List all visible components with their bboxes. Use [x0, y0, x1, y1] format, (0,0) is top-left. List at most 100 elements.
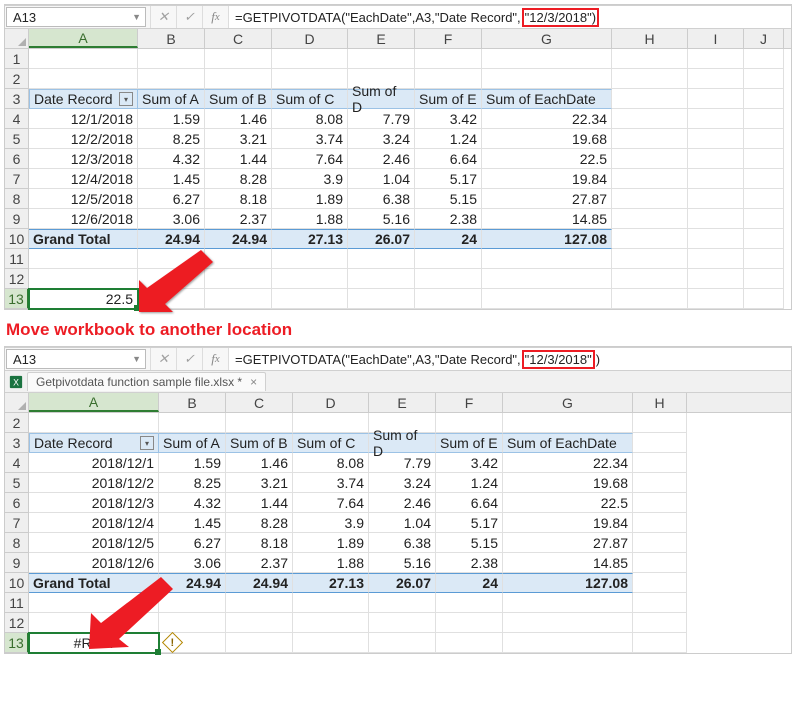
grand-total-label[interactable]: Grand Total: [29, 573, 159, 593]
cell[interactable]: [688, 109, 744, 129]
row-header[interactable]: 13: [5, 289, 29, 309]
confirm-icon[interactable]: ✓: [177, 6, 203, 28]
cell[interactable]: [688, 289, 744, 309]
cell[interactable]: [415, 289, 482, 309]
cell[interactable]: [482, 269, 612, 289]
cell[interactable]: [138, 269, 205, 289]
row-header[interactable]: 10: [5, 229, 29, 249]
cell[interactable]: 1.89: [293, 533, 369, 553]
cell[interactable]: [226, 593, 293, 613]
cell[interactable]: 27.13: [293, 573, 369, 593]
cell[interactable]: 1.88: [293, 553, 369, 573]
pivot-header[interactable]: Sum of EachDate: [482, 89, 612, 109]
cell[interactable]: [482, 249, 612, 269]
cell[interactable]: 6.38: [369, 533, 436, 553]
cell[interactable]: 5.17: [415, 169, 482, 189]
cell[interactable]: 6.27: [159, 533, 226, 553]
cell[interactable]: 8.08: [272, 109, 348, 129]
row-header[interactable]: 4: [5, 109, 29, 129]
cell[interactable]: 3.06: [159, 553, 226, 573]
cell[interactable]: 19.84: [503, 513, 633, 533]
cell[interactable]: 22.34: [503, 453, 633, 473]
cell[interactable]: [29, 593, 159, 613]
cell[interactable]: [688, 209, 744, 229]
spreadsheet-grid[interactable]: A B C D E F G H I J 1 2 3 Date Record▾ S…: [5, 29, 791, 309]
cell[interactable]: 2.37: [205, 209, 272, 229]
column-header[interactable]: D: [272, 29, 348, 48]
cell[interactable]: 6.38: [348, 189, 415, 209]
cell[interactable]: [688, 129, 744, 149]
formula-input[interactable]: =GETPIVOTDATA("EachDate",A3,"Date Record…: [229, 6, 791, 28]
cell[interactable]: [369, 593, 436, 613]
cell[interactable]: 12/6/2018: [29, 209, 138, 229]
cell[interactable]: 24: [436, 573, 503, 593]
cell[interactable]: [688, 189, 744, 209]
cell[interactable]: [205, 249, 272, 269]
cell[interactable]: 7.64: [293, 493, 369, 513]
row-header[interactable]: 7: [5, 169, 29, 189]
cell[interactable]: 2.38: [415, 209, 482, 229]
row-header[interactable]: 3: [5, 433, 29, 453]
cell[interactable]: [612, 49, 688, 69]
row-header[interactable]: 10: [5, 573, 29, 593]
cell[interactable]: 8.28: [205, 169, 272, 189]
cell[interactable]: [612, 209, 688, 229]
cell[interactable]: 8.28: [226, 513, 293, 533]
cell[interactable]: 5.17: [436, 513, 503, 533]
cell[interactable]: [369, 613, 436, 633]
filter-dropdown-icon[interactable]: ▾: [140, 436, 154, 450]
cell[interactable]: [436, 613, 503, 633]
name-box[interactable]: A13 ▼: [6, 349, 146, 369]
cell[interactable]: [272, 269, 348, 289]
column-header[interactable]: C: [226, 393, 293, 412]
cell[interactable]: 127.08: [482, 229, 612, 249]
cell[interactable]: [29, 49, 138, 69]
cell[interactable]: [159, 613, 226, 633]
cell[interactable]: 26.07: [369, 573, 436, 593]
cell[interactable]: [744, 149, 784, 169]
pivot-header[interactable]: Sum of E: [415, 89, 482, 109]
cell[interactable]: [29, 249, 138, 269]
row-header[interactable]: 11: [5, 249, 29, 269]
cell[interactable]: [348, 49, 415, 69]
column-header[interactable]: D: [293, 393, 369, 412]
cell[interactable]: 2.46: [369, 493, 436, 513]
cell[interactable]: [688, 229, 744, 249]
cell[interactable]: [293, 593, 369, 613]
pivot-header[interactable]: Sum of EachDate: [503, 433, 633, 453]
row-header[interactable]: 12: [5, 269, 29, 289]
filter-dropdown-icon[interactable]: ▾: [119, 92, 133, 106]
cell[interactable]: 4.32: [159, 493, 226, 513]
cell[interactable]: [633, 473, 687, 493]
close-icon[interactable]: ×: [250, 375, 257, 389]
cell[interactable]: 6.64: [415, 149, 482, 169]
cell[interactable]: [612, 229, 688, 249]
cell[interactable]: [688, 49, 744, 69]
column-header[interactable]: J: [744, 29, 784, 48]
cell[interactable]: [744, 129, 784, 149]
cell[interactable]: [612, 69, 688, 89]
fx-icon[interactable]: fx: [203, 348, 229, 370]
cell[interactable]: [612, 189, 688, 209]
cell[interactable]: [272, 49, 348, 69]
cell[interactable]: [688, 249, 744, 269]
cell[interactable]: 22.5: [503, 493, 633, 513]
cell[interactable]: 8.25: [138, 129, 205, 149]
cell[interactable]: 8.08: [293, 453, 369, 473]
cell[interactable]: [272, 249, 348, 269]
cell[interactable]: 3.21: [205, 129, 272, 149]
cell[interactable]: [633, 633, 687, 653]
cell[interactable]: [612, 149, 688, 169]
cell[interactable]: [348, 249, 415, 269]
selected-cell[interactable]: #REF! !: [29, 633, 159, 653]
row-header[interactable]: 8: [5, 189, 29, 209]
chevron-down-icon[interactable]: ▼: [132, 354, 141, 364]
cell[interactable]: 14.85: [503, 553, 633, 573]
cell[interactable]: 27.13: [272, 229, 348, 249]
row-header[interactable]: 4: [5, 453, 29, 473]
pivot-header[interactable]: Sum of E: [436, 433, 503, 453]
cell[interactable]: [293, 413, 369, 433]
cell[interactable]: [436, 633, 503, 653]
column-header[interactable]: B: [138, 29, 205, 48]
cell[interactable]: 1.44: [226, 493, 293, 513]
